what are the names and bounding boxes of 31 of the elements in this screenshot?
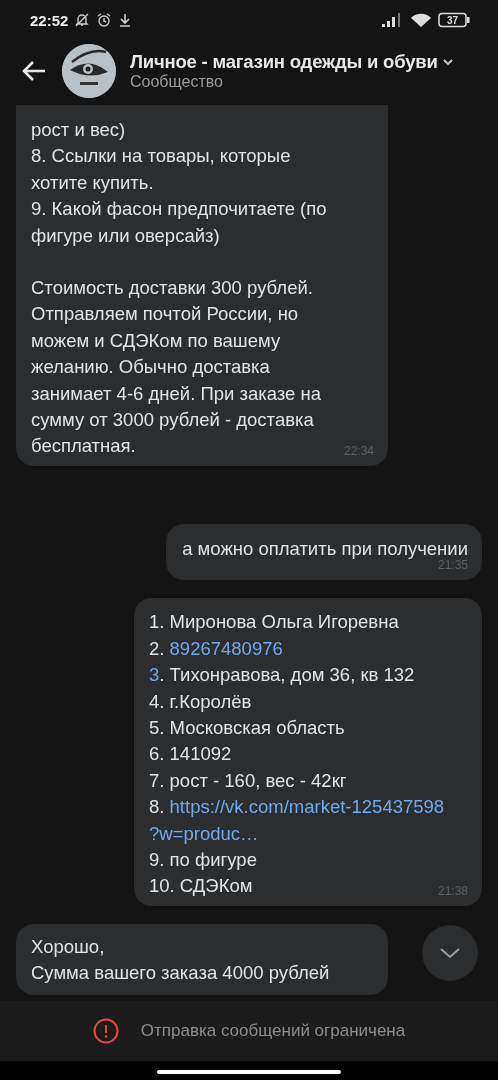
avatar-eye-logo[interactable] bbox=[62, 44, 116, 98]
message-line: 9. по фигуре bbox=[149, 847, 257, 872]
message-text: 2. bbox=[149, 637, 166, 659]
message-line: 1. Миронова Ольга Игоревна bbox=[149, 610, 399, 635]
message-line: 5. Московская область bbox=[149, 715, 345, 740]
restriction-notice: Отправка сообщений ограничена bbox=[140, 1021, 406, 1041]
chevron-down-icon bbox=[438, 946, 462, 960]
message-link[interactable]: 89267480976 bbox=[169, 637, 283, 659]
chat-subtitle: Сообщество bbox=[130, 73, 224, 91]
message-line: 4. г.Королёв bbox=[149, 689, 252, 714]
wifi-icon bbox=[410, 12, 432, 28]
alarm-icon bbox=[96, 12, 113, 28]
message-text: Стоимость доставки 300 рублей. Отправляем почтой России, но можем и СДЭКом по вашему желанию. Обычно доставка занимает 4-6 дней. При заказе на сумму от 3000 рублей - доставка бесплатная. bbox=[31, 276, 322, 459]
chat-title[interactable]: Личное - магазин одежды и обуви bbox=[130, 51, 438, 73]
warning-icon bbox=[92, 1018, 119, 1044]
battery-level: 37 bbox=[446, 15, 459, 26]
message-text: рост и вес) 8. Ссылки на товары, которые хотите купить. 9. Какой фасон предпочитаете (по фигуре или оверсайз) bbox=[31, 118, 327, 248]
message-line: 6. 141092 bbox=[149, 742, 232, 767]
download-icon bbox=[118, 12, 133, 28]
message-text: а можно оплатить при получении bbox=[182, 536, 468, 560]
message-text: . Тихонравова, дом 36, кв 132 bbox=[159, 664, 415, 686]
chevron-down-icon[interactable] bbox=[441, 57, 454, 67]
message-line: 10. СДЭКом bbox=[149, 874, 253, 899]
message-line: 7. рост - 160, вес - 42кг bbox=[149, 768, 347, 793]
muted-bell-icon bbox=[74, 12, 91, 28]
message-link[interactable]: ?w=produc… bbox=[149, 822, 259, 844]
message-text: Хорошо, Сумма вашего заказа 4000 рублей bbox=[31, 934, 330, 986]
message-text: 8. bbox=[149, 796, 166, 818]
status-time: 22:52 bbox=[30, 11, 69, 29]
message-link[interactable]: https://vk.com/market-125437598 bbox=[169, 796, 445, 818]
message-link[interactable]: 3 bbox=[149, 664, 160, 686]
